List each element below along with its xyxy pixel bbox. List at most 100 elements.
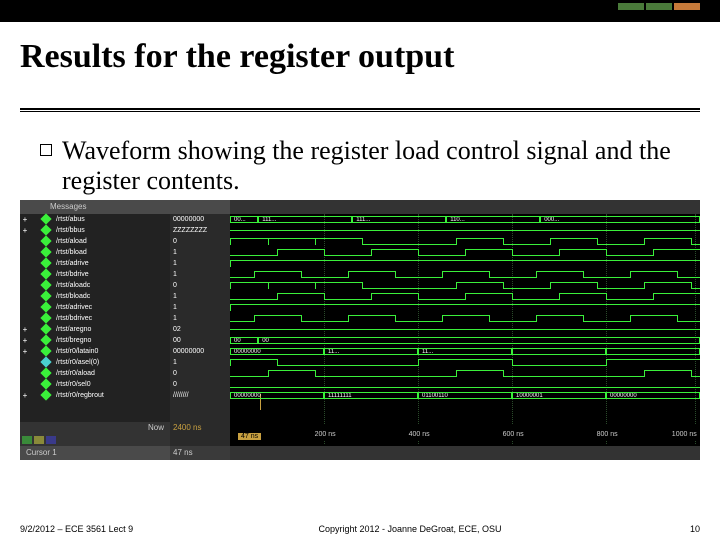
wave-row — [230, 225, 700, 236]
time-tick: 800 ns — [597, 431, 618, 438]
signal-type-icon — [40, 368, 51, 379]
signal-type-icon — [40, 269, 51, 280]
signal-row[interactable]: /rtst/adrive — [20, 258, 170, 269]
body-text: Waveform showing the register load contr… — [40, 136, 680, 196]
wave-row: 0000000011...11... — [230, 346, 700, 357]
wave-row — [230, 302, 700, 313]
cursor-value: 47 ns — [170, 446, 230, 460]
signal-value: 1 — [170, 247, 230, 258]
wave-area[interactable]: 00...111...111...110...000...00000000000… — [230, 214, 700, 424]
time-tick: 200 ns — [315, 431, 336, 438]
signal-row[interactable]: /rtst/r0/sel0 — [20, 379, 170, 390]
signal-type-icon — [40, 346, 51, 357]
accent-cell — [618, 3, 644, 10]
value-panel-header — [170, 200, 230, 214]
expand-icon[interactable]: + — [20, 325, 30, 334]
signal-value: 1 — [170, 258, 230, 269]
waveform-canvas[interactable]: 00...111...111...110...000...00000000000… — [230, 200, 700, 460]
signal-name: /rtst/bloadc — [56, 293, 90, 300]
toolbar-button[interactable] — [46, 436, 56, 444]
signal-value: 00 — [170, 335, 230, 346]
header-bar — [0, 0, 720, 22]
signal-name-panel[interactable]: Messages +/rtst/abus+/rtst/bbus/rtst/alo… — [20, 200, 170, 460]
title-underline — [20, 108, 700, 112]
signal-row[interactable]: /rtst/r0/aload — [20, 368, 170, 379]
wave-row — [230, 368, 700, 379]
signal-value: 1 — [170, 313, 230, 324]
signal-name: /rtst/r0/asel(0) — [56, 359, 99, 366]
signal-type-icon — [40, 390, 51, 401]
toolbar-button[interactable] — [22, 436, 32, 444]
slide-number: 10 — [660, 524, 700, 534]
cursor-row: Cursor 1 47 ns — [20, 446, 700, 460]
footer-date: 9/2/2012 – ECE 3561 Lect 9 — [20, 524, 160, 534]
signal-row[interactable]: /rtst/aloadc — [20, 280, 170, 291]
footer-copyright: Copyright 2012 - Joanne DeGroat, ECE, OS… — [160, 524, 660, 534]
signal-row[interactable]: + /rtst/bregno — [20, 335, 170, 346]
signal-type-icon — [40, 302, 51, 313]
signal-value: 1 — [170, 269, 230, 280]
signal-name: /rtst/bbus — [56, 227, 85, 234]
waveform-toolbar[interactable] — [20, 434, 170, 446]
wave-row — [230, 280, 700, 291]
signal-type-icon — [40, 225, 51, 236]
signal-row[interactable]: /rtst/bdrive — [20, 269, 170, 280]
expand-icon[interactable]: + — [20, 336, 30, 345]
expand-icon[interactable]: + — [20, 226, 30, 235]
signal-name: /rtst/bload — [56, 249, 87, 256]
toolbar-button[interactable] — [34, 436, 44, 444]
waveform-viewer[interactable]: Messages +/rtst/abus+/rtst/bbus/rtst/alo… — [20, 200, 700, 460]
bullet-item: Waveform showing the register load contr… — [40, 136, 680, 196]
expand-icon[interactable]: + — [20, 347, 30, 356]
signal-type-icon — [40, 324, 51, 335]
signal-row[interactable]: + /rtst/bbus — [20, 225, 170, 236]
signal-type-icon — [40, 335, 51, 346]
signal-row[interactable]: /rtst/adrivec — [20, 302, 170, 313]
signal-type-icon — [40, 236, 51, 247]
header-accent — [618, 3, 700, 10]
expand-icon[interactable]: + — [20, 215, 30, 224]
signal-name: /rtst/bregno — [56, 337, 91, 344]
signal-value: 0 — [170, 368, 230, 379]
signal-row[interactable]: +/rtst/abus — [20, 214, 170, 225]
time-axis: 200 ns 400 ns 600 ns 800 ns 1000 ns 47 n… — [230, 424, 700, 440]
signal-row[interactable]: /rtst/aload — [20, 236, 170, 247]
signal-type-icon — [40, 357, 51, 368]
signal-row[interactable]: + /rtst/r0/regbrout — [20, 390, 170, 401]
signal-row[interactable]: /rtst/bloadc — [20, 291, 170, 302]
expand-icon[interactable]: + — [20, 391, 30, 400]
accent-cell — [674, 3, 700, 10]
signal-row[interactable]: /rtst/bload — [20, 247, 170, 258]
wave-row — [230, 291, 700, 302]
cursor-label: Cursor 1 — [20, 446, 170, 460]
wave-row — [230, 324, 700, 335]
signal-row[interactable]: +/rtst/aregno — [20, 324, 170, 335]
signal-name: /rtst/r0/aload — [56, 370, 95, 377]
signal-name: /rtst/bdrive — [56, 271, 89, 278]
time-tick: 400 ns — [409, 431, 430, 438]
wave-row: 0000000011111111011001101000000100000000 — [230, 390, 700, 401]
signal-value: 0 — [170, 379, 230, 390]
signal-row[interactable]: /rtst/r0/asel(0) — [20, 357, 170, 368]
signal-name: /rtst/adrive — [56, 260, 89, 267]
signal-value: 0 — [170, 280, 230, 291]
signal-row[interactable]: /rtst/bdrivec — [20, 313, 170, 324]
bullet-icon — [40, 144, 52, 156]
wave-row — [230, 313, 700, 324]
signal-name: /rtst/r0/latain0 — [56, 348, 98, 355]
signal-value: 00000000 — [170, 346, 230, 357]
signal-value: 02 — [170, 324, 230, 335]
signal-name: /rtst/aload — [56, 238, 87, 245]
signal-value: 0 — [170, 236, 230, 247]
signal-row[interactable]: + /rtst/r0/latain0 — [20, 346, 170, 357]
signal-name: /rtst/aloadc — [56, 282, 90, 289]
slide-footer: 9/2/2012 – ECE 3561 Lect 9 Copyright 201… — [20, 524, 700, 534]
signal-type-icon — [40, 258, 51, 269]
cursor-tag[interactable]: 47 ns — [238, 433, 261, 440]
wave-row — [230, 236, 700, 247]
signal-value: 1 — [170, 291, 230, 302]
signal-value-panel[interactable]: 00000000ZZZZZZZZ01110111020000000000100/… — [170, 200, 230, 460]
time-tick: 1000 ns — [672, 431, 697, 438]
signal-name: /rtst/r0/regbrout — [56, 392, 104, 399]
wave-row — [230, 379, 700, 390]
